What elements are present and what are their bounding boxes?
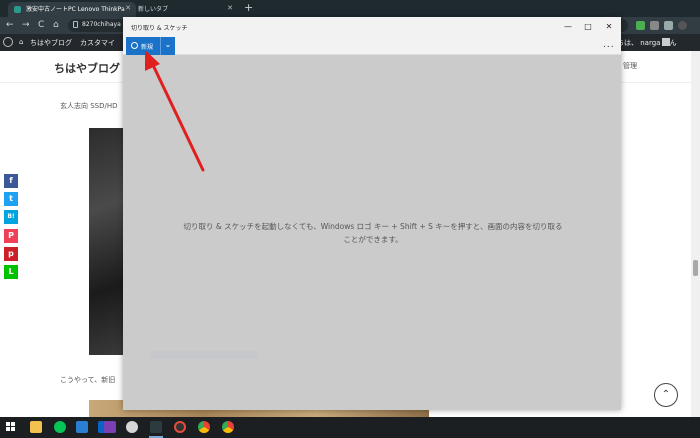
new-tab-button[interactable]: +	[244, 2, 253, 14]
wordpress-logo-icon[interactable]	[3, 37, 13, 47]
facebook-share-icon[interactable]: f	[4, 174, 18, 188]
line-app-icon[interactable]	[54, 421, 66, 433]
chevron-up-icon: ⌃	[661, 389, 671, 400]
tab-title: 新しいタブ	[138, 6, 169, 13]
scrollbar-thumb[interactable]	[693, 260, 698, 276]
profile-icon[interactable]	[678, 21, 687, 30]
extension-icon[interactable]	[636, 21, 645, 30]
hint-line: ことができます。	[343, 235, 403, 244]
page-scrollbar[interactable]	[691, 51, 700, 417]
extension-icon[interactable]	[650, 21, 659, 30]
chevron-down-icon: ⌄	[164, 40, 172, 49]
snip-sketch-taskbar-icon[interactable]	[150, 421, 162, 433]
line-share-icon[interactable]: L	[4, 265, 18, 279]
scroll-to-top-button[interactable]: ⌃	[654, 383, 678, 407]
snip-icon	[131, 42, 138, 49]
puzzle-icon[interactable]	[664, 21, 673, 30]
maximize-button[interactable]: □	[581, 20, 595, 33]
onenote-icon[interactable]	[104, 421, 116, 433]
paint-icon[interactable]	[126, 421, 138, 433]
back-icon[interactable]: ←	[6, 19, 14, 31]
close-button[interactable]: ✕	[602, 20, 616, 33]
avatar[interactable]	[662, 38, 670, 46]
browser-tab-strip: 激安中古ノートPC Lenovo ThinkPa ✕ 新しいタブ ✕ +	[0, 0, 700, 17]
windows-start-icon[interactable]	[6, 422, 16, 432]
tab-title: 激安中古ノートPC Lenovo ThinkPa	[26, 6, 125, 13]
admin-customize[interactable]: カスタマイ	[80, 38, 115, 48]
twitter-share-icon[interactable]: t	[4, 192, 18, 206]
home-icon[interactable]: ⌂	[53, 19, 59, 31]
minimize-button[interactable]: —	[561, 20, 575, 33]
snip-mode-dropdown[interactable]: ⌄	[160, 37, 175, 55]
hatena-share-icon[interactable]: B!	[4, 210, 18, 224]
blog-manage-link[interactable]: 管理	[623, 61, 637, 71]
forward-icon[interactable]: →	[22, 19, 30, 31]
chrome-icon[interactable]	[198, 421, 210, 433]
tab-new-tab[interactable]: 新しいタブ ✕	[120, 2, 238, 17]
chrome-icon[interactable]	[222, 421, 234, 433]
snip-and-sketch-window: 切り取り & スケッチ — □ ✕ 新規 ⌄ ... 切り取り & スケッチを起…	[123, 17, 621, 410]
site-favicon-icon	[14, 6, 21, 13]
snip-titlebar[interactable]: 切り取り & スケッチ — □ ✕	[123, 17, 621, 37]
lock-icon	[73, 21, 78, 28]
blog-paragraph: こうやって、新旧	[60, 376, 116, 384]
faint-placeholder	[149, 351, 259, 359]
windows-taskbar	[0, 417, 700, 438]
snip-command-bar: 新規 ⌄ ...	[123, 37, 621, 55]
pinterest-share-icon[interactable]: p	[4, 247, 18, 261]
snip-hint-text: 切り取り & スケッチを起動しなくても、Windows ロゴ キー + Shif…	[163, 220, 583, 246]
store-icon[interactable]	[76, 421, 88, 433]
close-tab-icon[interactable]: ✕	[227, 4, 233, 12]
new-snip-label: 新規	[141, 44, 154, 51]
more-options-button[interactable]: ...	[603, 40, 615, 50]
admin-bar-home-icon[interactable]: ⌂	[19, 38, 23, 46]
blog-title[interactable]: ちはやブログ	[54, 60, 120, 76]
hint-line: 切り取り & スケッチを起動しなくても、Windows ロゴ キー + Shif…	[183, 222, 563, 231]
app-icon[interactable]	[174, 421, 186, 433]
admin-site-name[interactable]: ちはやブログ	[30, 38, 72, 48]
window-title: 切り取り & スケッチ	[131, 25, 188, 32]
blog-photo	[89, 128, 125, 355]
pocket-share-icon[interactable]: P	[4, 229, 18, 243]
blog-paragraph: 玄人志向 SSD/HD	[60, 102, 118, 110]
file-explorer-icon[interactable]	[30, 421, 42, 433]
tab-thinkpad[interactable]: 激安中古ノートPC Lenovo ThinkPa ✕	[8, 2, 136, 17]
new-snip-button[interactable]: 新規	[126, 37, 160, 55]
reload-icon[interactable]: C	[38, 19, 44, 31]
url-text: 8270chihaya	[82, 21, 121, 28]
